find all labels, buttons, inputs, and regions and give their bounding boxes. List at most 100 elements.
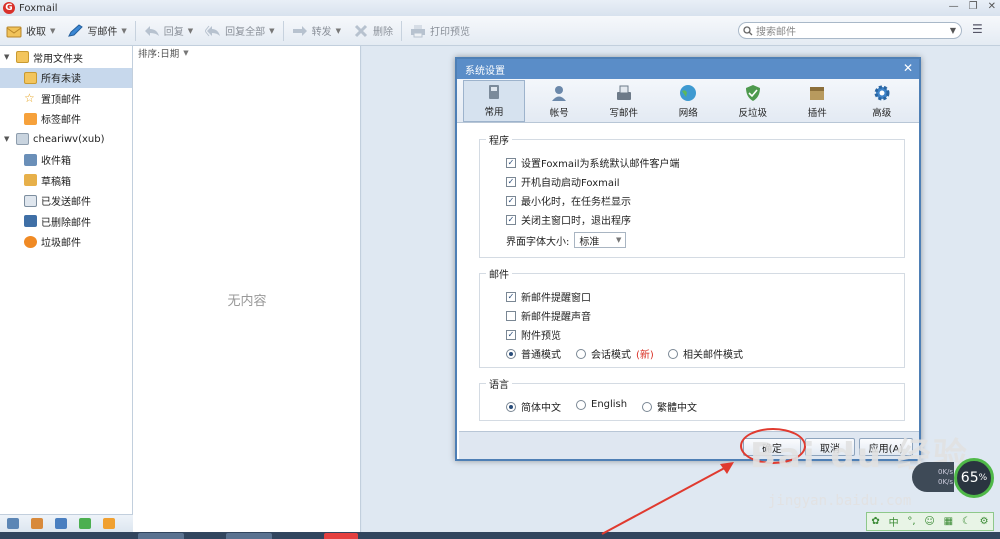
chevron-down-icon[interactable]: ▼ [121,27,126,35]
checkbox-checked[interactable]: ✓ [506,176,516,187]
sidebar-item-label: 收件箱 [41,156,71,168]
account-node[interactable]: ▼ cheariwv(xub) [0,129,132,150]
mail-view-icon[interactable] [7,518,19,529]
expand-icon[interactable]: ▼ [4,53,12,61]
search-box[interactable]: 搜索邮件 ▼ [738,22,962,39]
chevron-down-icon[interactable]: ▼ [183,49,188,57]
option-minimize-taskbar[interactable]: ✓ 最小化时，在任务栏显示 [506,193,631,208]
notes-icon[interactable] [79,518,91,529]
checkbox-checked[interactable]: ✓ [506,214,516,225]
radio-traditional-chinese[interactable]: 繁體中文 [642,399,697,414]
print-preview-button[interactable]: 打印预览 [404,19,476,43]
checkbox-checked[interactable]: ✓ [506,291,516,302]
sidebar-item-deleted[interactable]: 已删除邮件 [0,211,132,232]
close-icon[interactable]: ✕ [903,61,913,75]
radio-unselected[interactable] [576,399,586,410]
search-input[interactable]: 搜索邮件 [756,23,796,38]
tab-general[interactable]: 常用 [463,80,525,122]
radio-simplified-chinese[interactable]: 简体中文 [506,399,561,414]
radio-english[interactable]: English [576,399,627,410]
option-close-exit[interactable]: ✓ 关闭主窗口时，退出程序 [506,212,631,227]
radio-normal-mode[interactable]: 普通模式 [506,346,561,361]
tab-advanced[interactable]: 高级 [850,80,915,122]
punctuation-icon[interactable]: °, [907,516,915,527]
chevron-down-icon[interactable]: ▼ [188,27,193,35]
emoji-icon[interactable]: ☺ [924,516,934,527]
chevron-down-icon[interactable]: ▼ [950,26,956,35]
tab-plugins[interactable]: 插件 [785,80,850,122]
tab-compose[interactable]: 写邮件 [592,80,657,122]
forward-button[interactable]: 转发 ▼ [286,19,347,43]
radio-unselected[interactable] [642,401,652,412]
reply-label: 回复 [163,27,184,38]
tab-account[interactable]: 帐号 [527,80,592,122]
user-icon [550,84,568,102]
radio-unselected[interactable] [576,348,586,359]
settings-icon[interactable]: ⚙ [980,516,989,527]
sidebar-item-pinned[interactable]: ☆ 置顶邮件 [0,88,132,109]
chevron-down-icon[interactable]: ▼ [269,27,274,35]
option-label: 最小化时，在任务栏显示 [521,197,631,208]
compose-button[interactable]: 写邮件 ▼ [61,19,132,43]
group-title: 邮件 [486,266,512,281]
chevron-down-icon[interactable]: ▼ [50,27,55,35]
taskbar-app[interactable] [226,533,272,539]
checkbox-checked[interactable]: ✓ [506,157,516,168]
taskbar-app[interactable] [138,533,184,539]
contacts-icon[interactable] [31,518,43,529]
option-autostart[interactable]: ✓ 开机自动启动Foxmail [506,174,620,189]
radio-unselected[interactable] [668,348,678,359]
reply-button[interactable]: 回复 ▼ [138,19,199,43]
reply-all-arrow-icon [205,25,221,36]
window-controls: — ❐ ✕ [949,1,996,12]
font-size-select[interactable]: 标准 ▼ [574,232,627,248]
minimize-icon[interactable]: — [949,1,959,12]
option-attachment-preview[interactable]: ✓ 附件预览 [506,327,561,342]
sidebar-item-tagged[interactable]: 标签邮件 [0,109,132,130]
junk-icon [24,235,37,248]
checkbox-unchecked[interactable] [506,310,516,321]
keyboard-icon[interactable]: ▦ [944,516,953,527]
settings-dialog: 系统设置 ✕ 常用 帐号 写邮件 网络 反垃圾 插件 高级 程序 ✓ 设置Fox… [455,57,921,461]
sidebar-item-drafts[interactable]: 草稿箱 [0,170,132,191]
paw-icon[interactable]: ✿ [871,516,879,527]
expand-icon[interactable]: ▼ [4,135,12,143]
ime-mode[interactable]: 中 [889,514,899,529]
font-size-row: 界面字体大小: 标准 ▼ [506,232,627,248]
radio-related-mode[interactable]: 相关邮件模式 [668,346,743,361]
option-new-mail-window[interactable]: ✓ 新邮件提醒窗口 [506,289,591,304]
receive-button[interactable]: 收取 ▼ [0,19,61,43]
checkbox-checked[interactable]: ✓ [506,195,516,206]
delete-button[interactable]: 删除 [347,19,399,43]
radio-conversation-mode[interactable]: 会话模式 (新) [576,346,654,361]
tab-network[interactable]: 网络 [656,80,721,122]
delete-label: 删除 [372,27,393,38]
sidebar-item-inbox[interactable]: 收件箱 [0,150,132,171]
folder-sidebar: ▼ 常用文件夹 所有未读 ☆ 置顶邮件 标签邮件 ▼ cheariwv(xub)… [0,46,133,514]
speed-gauge[interactable]: 65% [954,458,994,498]
font-size-value: 标准 [579,236,600,248]
taskbar-app[interactable] [324,533,358,539]
option-new-mail-sound[interactable]: 新邮件提醒声音 [506,308,591,323]
chevron-down-icon[interactable]: ▼ [336,27,341,35]
maximize-icon[interactable]: ❐ [969,1,978,12]
option-default-client[interactable]: ✓ 设置Foxmail为系统默认邮件客户端 [506,155,680,170]
sidebar-item-sent[interactable]: 已发送邮件 [0,191,132,212]
moon-icon[interactable]: ☾ [962,516,971,527]
net-speed-widget: 0K/s 0K/s [912,462,954,492]
checkbox-checked[interactable]: ✓ [506,329,516,340]
folder-group-common[interactable]: ▼ 常用文件夹 [0,47,132,68]
close-icon[interactable]: ✕ [988,1,996,12]
menu-icon[interactable]: ☰ [972,22,983,36]
sidebar-item-junk[interactable]: 垃圾邮件 [0,232,132,253]
sort-selector[interactable]: 排序:日期 ▼ [133,46,360,60]
radio-selected[interactable] [506,401,516,412]
reply-all-button[interactable]: 回复全部 ▼ [199,19,280,43]
folder-group-label: 常用文件夹 [33,53,83,65]
sidebar-item-all-unread[interactable]: 所有未读 [0,67,132,88]
radio-selected[interactable] [506,348,516,359]
calendar-icon[interactable] [55,518,67,529]
rss-icon[interactable] [103,518,115,529]
tab-antispam[interactable]: 反垃圾 [721,80,786,122]
typewriter-icon [615,84,633,102]
